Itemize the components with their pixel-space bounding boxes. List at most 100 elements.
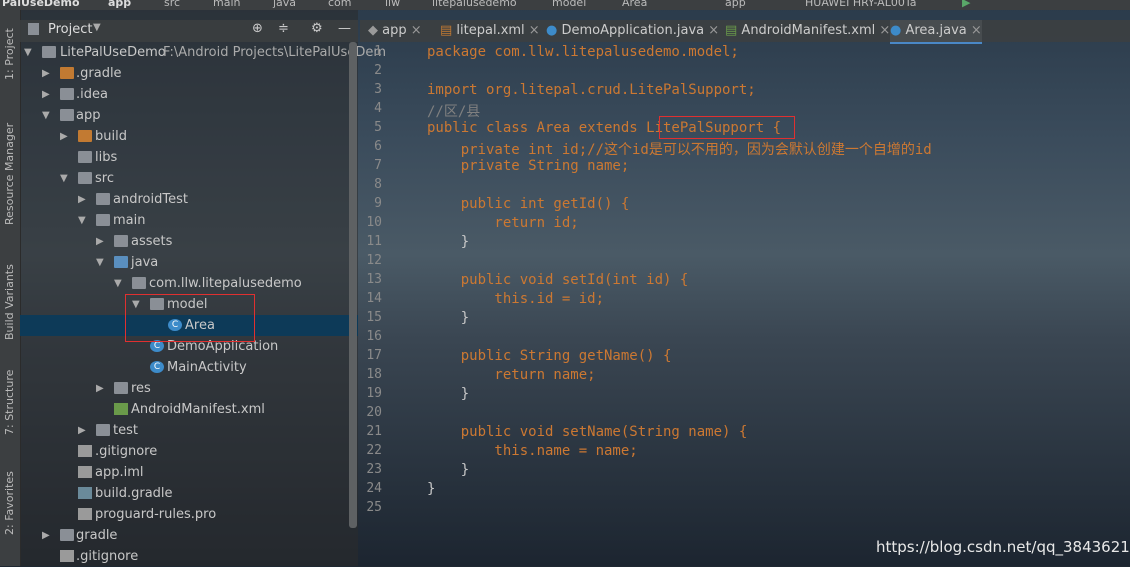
breadcrumb-com[interactable]: com	[328, 0, 352, 9]
line-number: 2	[374, 63, 382, 78]
tool-window-strip: 1: Project Resource Manager Build Varian…	[0, 10, 21, 566]
close-icon[interactable]: ×	[525, 23, 540, 38]
resource-manager-tool-tab[interactable]: Resource Manager	[3, 123, 16, 225]
run-icon[interactable]: ▶	[962, 0, 970, 9]
tree-item-app-iml[interactable]: app.iml	[20, 462, 358, 483]
breadcrumb-src[interactable]: src	[164, 0, 180, 9]
project-panel: Project ▼ ⊕ ≑ ⚙ — ▼ LitePalUseDemo F:\An…	[20, 10, 386, 567]
tree-item-java[interactable]: ▼ java	[20, 252, 358, 273]
tab-demoapplication[interactable]: ● DemoApplication.java ×	[546, 20, 719, 42]
code-line[interactable]: }	[427, 234, 469, 253]
tree-item-gradle-dir[interactable]: ▶ .gradle	[20, 63, 358, 84]
run-config-select[interactable]: app	[725, 0, 746, 9]
folder-icon	[78, 130, 92, 142]
code-line[interactable]: }	[427, 481, 435, 500]
tab-app[interactable]: ◆ app ×	[368, 20, 422, 42]
chevron-right-icon[interactable]: ▶	[96, 231, 104, 252]
close-icon[interactable]: ×	[967, 23, 982, 38]
panel-scrollbar[interactable]	[349, 42, 357, 528]
tree-item-proguard[interactable]: proguard-rules.pro	[20, 504, 358, 525]
tree-item-label: LitePalUseDemo	[60, 45, 166, 60]
line-number: 19	[366, 386, 382, 401]
code-line[interactable]: public String getName() {	[427, 348, 672, 367]
favorites-tool-tab[interactable]: 2: Favorites	[3, 471, 16, 535]
breadcrumb-model[interactable]: model	[552, 0, 586, 9]
folder-icon	[78, 151, 92, 163]
code-line[interactable]: private String name;	[427, 158, 630, 177]
tree-item-gradle[interactable]: ▶ gradle	[20, 525, 358, 546]
breadcrumb-area[interactable]: Area	[622, 0, 647, 9]
tree-item-androidtest[interactable]: ▶ androidTest	[20, 189, 358, 210]
code-line[interactable]: return id;	[427, 215, 578, 234]
tree-item-root[interactable]: ▼ LitePalUseDemo F:\Android Projects\Lit…	[20, 42, 386, 63]
code-line[interactable]: this.name = name;	[427, 443, 637, 462]
code-line[interactable]: this.id = id;	[427, 291, 604, 310]
tree-item-res[interactable]: ▶ res	[20, 378, 358, 399]
tree-item-src[interactable]: ▼ src	[20, 168, 358, 189]
chevron-right-icon[interactable]: ▶	[42, 63, 50, 84]
close-icon[interactable]: ×	[407, 23, 422, 38]
breadcrumb-litepalusedemo[interactable]: litepalusedemo	[432, 0, 517, 9]
code-line[interactable]: public int getId() {	[427, 196, 630, 215]
tab-litepal-xml[interactable]: ▤ litepal.xml ×	[440, 20, 540, 42]
breadcrumb-llw[interactable]: llw	[385, 0, 400, 9]
code-line[interactable]: public void setName(String name) {	[427, 424, 748, 443]
code-line[interactable]: }	[427, 310, 469, 329]
line-number: 23	[366, 462, 382, 477]
tree-item-assets[interactable]: ▶ assets	[20, 231, 358, 252]
device-select[interactable]: HUAWEI HRY-AL00Ta	[805, 0, 916, 9]
code-line[interactable]: import org.litepal.crud.LitePalSupport;	[427, 82, 756, 101]
tree-item-main[interactable]: ▼ main	[20, 210, 358, 231]
chevron-right-icon[interactable]: ▶	[60, 126, 68, 147]
structure-tool-tab[interactable]: 7: Structure	[3, 370, 16, 435]
chevron-right-icon[interactable]: ▶	[42, 525, 50, 546]
code-line[interactable]: package com.llw.litepalusedemo.model;	[427, 44, 739, 63]
chevron-right-icon[interactable]: ▶	[78, 420, 86, 441]
tree-item-libs[interactable]: libs	[20, 147, 358, 168]
breadcrumb-main[interactable]: main	[213, 0, 240, 9]
locate-icon[interactable]: ⊕	[252, 21, 263, 36]
tree-item-app[interactable]: ▼ app	[20, 105, 358, 126]
highlight-box-superclass	[659, 116, 795, 139]
code-line[interactable]: //区/县	[427, 101, 480, 120]
chevron-down-icon[interactable]: ▼	[60, 168, 68, 189]
code-line[interactable]: }	[427, 462, 469, 481]
chevron-down-icon[interactable]: ▼	[24, 42, 32, 63]
build-variants-tool-tab[interactable]: Build Variants	[3, 264, 16, 340]
tree-item-idea[interactable]: ▶ .idea	[20, 84, 358, 105]
project-view-select[interactable]: Project	[48, 22, 92, 37]
tree-item-root-gitignore[interactable]: .gitignore	[20, 546, 358, 567]
tree-item-label: gradle	[76, 528, 118, 543]
breadcrumb-app[interactable]: app	[108, 0, 131, 9]
chevron-right-icon[interactable]: ▶	[96, 378, 104, 399]
tree-item-label: libs	[95, 150, 118, 165]
tree-item-package[interactable]: ▼ com.llw.litepalusedemo	[20, 273, 358, 294]
tree-item-app-gitignore[interactable]: .gitignore	[20, 441, 358, 462]
hide-icon[interactable]: —	[338, 21, 351, 36]
tree-item-manifest[interactable]: AndroidManifest.xml	[20, 399, 358, 420]
breadcrumb-project[interactable]: PalUseDemo	[2, 0, 80, 9]
close-icon[interactable]: ×	[875, 23, 890, 38]
tree-item-build-gradle[interactable]: build.gradle	[20, 483, 358, 504]
chevron-down-icon[interactable]: ▼	[78, 210, 86, 231]
tab-androidmanifest[interactable]: ▤ AndroidManifest.xml ×	[725, 20, 890, 42]
chevron-down-icon[interactable]: ▼	[114, 273, 122, 294]
gear-icon[interactable]: ⚙	[311, 21, 323, 36]
tree-item-mainactivity[interactable]: C MainActivity	[20, 357, 358, 378]
collapse-icon[interactable]: ≑	[278, 21, 289, 36]
chevron-right-icon[interactable]: ▶	[78, 189, 86, 210]
breadcrumb-java[interactable]: java	[273, 0, 296, 9]
code-line[interactable]: return name;	[427, 367, 595, 386]
tree-item-build[interactable]: ▶ build	[20, 126, 358, 147]
code-line[interactable]: private int id;//这个id是可以不用的，因为会默认创建一个自增的…	[427, 139, 932, 158]
project-tool-tab[interactable]: 1: Project	[3, 28, 16, 80]
code-line[interactable]: public void setId(int id) {	[427, 272, 689, 291]
close-icon[interactable]: ×	[704, 23, 719, 38]
tab-area-java[interactable]: ● Area.java ×	[890, 20, 982, 44]
chevron-down-icon[interactable]: ▼	[42, 105, 50, 126]
chevron-right-icon[interactable]: ▶	[42, 84, 50, 105]
code-line[interactable]: }	[427, 386, 469, 405]
chevron-down-icon[interactable]: ▼	[96, 252, 104, 273]
tree-item-test[interactable]: ▶ test	[20, 420, 358, 441]
chevron-down-icon[interactable]: ▼	[93, 22, 101, 33]
